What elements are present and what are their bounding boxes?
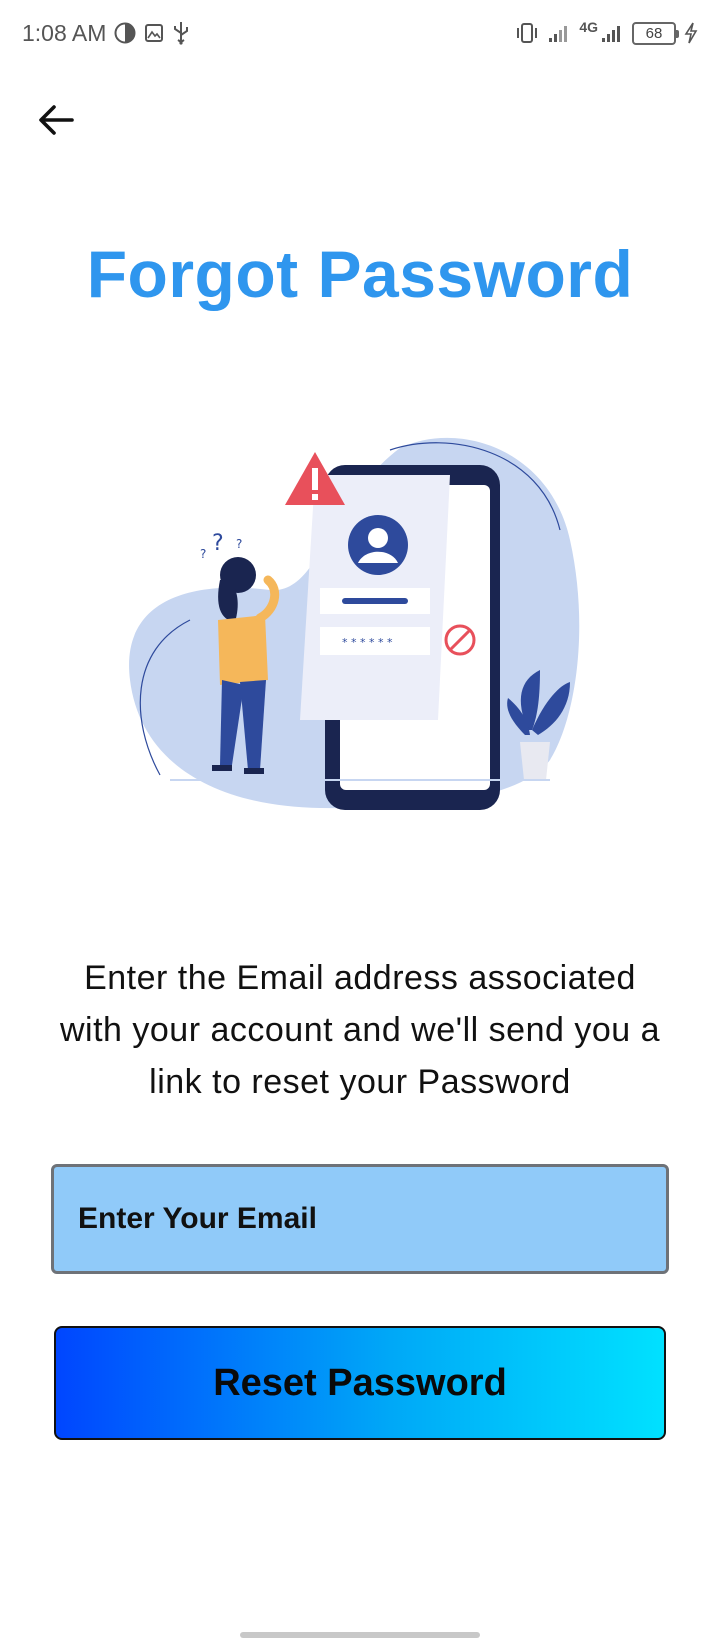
arrow-left-icon — [34, 98, 78, 147]
network-type: 4G — [579, 19, 598, 35]
battery-indicator: 68 — [632, 21, 679, 45]
page-title: Forgot Password — [86, 237, 634, 311]
usb-icon — [172, 21, 190, 45]
svg-text:?: ? — [212, 531, 224, 556]
signal-icon — [600, 22, 624, 44]
back-button[interactable] — [30, 96, 82, 148]
signal-icon — [547, 22, 571, 44]
reset-password-label: Reset Password — [213, 1361, 507, 1404]
gallery-icon — [144, 23, 164, 43]
charging-icon — [684, 22, 698, 44]
notification-icon — [114, 22, 136, 44]
status-right: 4G 68 — [515, 19, 698, 45]
vibrate-icon — [515, 22, 539, 44]
instructions-text: Enter the Email address associated with … — [59, 959, 661, 1101]
email-field[interactable] — [51, 1164, 669, 1274]
forgot-password-illustration: * * * * * * ? ? ? — [120, 430, 590, 820]
status-time: 1:08 AM — [22, 19, 107, 46]
svg-text:?: ? — [236, 537, 242, 551]
svg-text:* * * * * *: * * * * * * — [342, 636, 393, 649]
home-indicator[interactable] — [240, 1632, 480, 1638]
email-input[interactable] — [76, 1201, 644, 1237]
reset-password-button[interactable]: Reset Password — [54, 1326, 666, 1440]
status-bar: 1:08 AM 4G 68 — [0, 0, 720, 66]
status-left: 1:08 AM — [22, 20, 190, 47]
svg-text:?: ? — [200, 547, 206, 561]
